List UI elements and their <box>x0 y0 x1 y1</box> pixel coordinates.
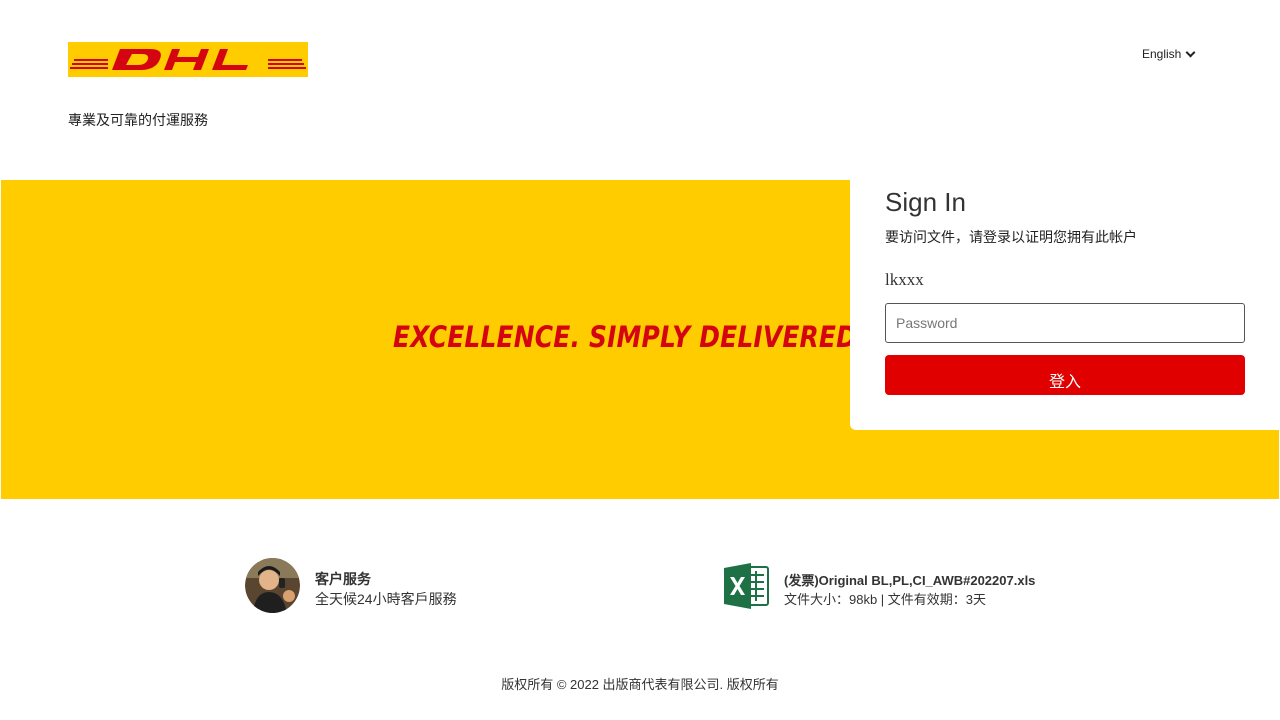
language-label: English <box>1142 47 1182 61</box>
signin-card: Sign In 要访问文件，请登录以证明您拥有此帐户 lkxxx 登入 <box>850 170 1280 430</box>
chevron-down-icon <box>1185 47 1196 57</box>
footer-copyright: 版权所有 © 2022 出版商代表有限公司. 版权所有 <box>501 677 779 692</box>
signin-title: Sign In <box>885 187 966 217</box>
support-subtitle: 全天候24小時客戶服務 <box>315 591 457 607</box>
dhl-logo-graphic <box>68 42 308 77</box>
dhl-logo[interactable] <box>68 42 308 77</box>
tagline: 專業及可靠的付運服務 <box>68 112 208 128</box>
file-meta: 文件大小：98kb | 文件有效期：3天 <box>784 592 987 607</box>
signin-button[interactable]: 登入 <box>885 355 1245 395</box>
excel-icon <box>724 563 770 609</box>
signin-subtitle: 要访问文件，请登录以证明您拥有此帐户 <box>885 229 1137 245</box>
username-display: lkxxx <box>885 270 924 289</box>
agent-avatar <box>245 558 300 613</box>
file-name: (发票)Original BL,PL,CI_AWB#202207.xls <box>784 573 1036 588</box>
page: English 專業及可靠的付運服務 EXCELLENCE. SIMPLY DE… <box>0 0 1280 720</box>
password-input[interactable] <box>885 303 1245 343</box>
hero-slogan: EXCELLENCE. SIMPLY DELIVERED <box>393 320 858 354</box>
language-selector[interactable]: English <box>1142 47 1196 61</box>
support-title: 客户服务 <box>315 571 371 587</box>
